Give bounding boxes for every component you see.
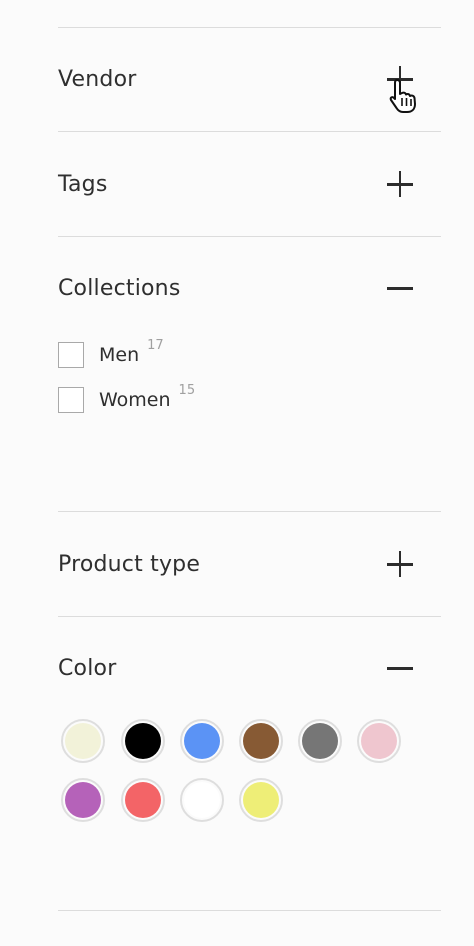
filter-collections-title: Collections (58, 275, 181, 301)
collection-option-women[interactable]: Women 15 (58, 382, 196, 415)
divider (58, 910, 441, 911)
divider (58, 236, 441, 237)
divider (58, 616, 441, 617)
minus-icon[interactable] (387, 275, 413, 301)
divider (58, 27, 441, 28)
color-swatch[interactable] (61, 719, 105, 763)
minus-icon[interactable] (387, 655, 413, 681)
color-swatch[interactable] (61, 778, 105, 822)
hand-pointer-icon (389, 79, 416, 113)
color-swatch[interactable] (121, 719, 165, 763)
color-swatch[interactable] (239, 778, 283, 822)
color-swatch[interactable] (180, 719, 224, 763)
filter-tags-toggle[interactable]: Tags (58, 164, 428, 204)
divider (58, 131, 441, 132)
filter-color-title: Color (58, 655, 117, 681)
checkbox[interactable] (58, 387, 84, 413)
plus-icon[interactable] (387, 551, 413, 577)
filter-vendor-toggle[interactable]: Vendor (58, 59, 428, 99)
filter-vendor-title: Vendor (58, 66, 137, 92)
color-swatch[interactable] (121, 778, 165, 822)
divider (58, 511, 441, 512)
checkbox[interactable] (58, 342, 84, 368)
collection-option-men[interactable]: Men 17 (58, 337, 164, 370)
filter-tags-title: Tags (58, 171, 108, 197)
filter-product-type-toggle[interactable]: Product type (58, 544, 428, 584)
collection-option-count: 15 (178, 382, 196, 398)
filter-color-toggle[interactable]: Color (58, 648, 428, 688)
collection-option-label: Men (99, 344, 140, 366)
collection-option-count: 17 (147, 337, 164, 353)
color-swatch[interactable] (357, 719, 401, 763)
color-swatch[interactable] (298, 719, 342, 763)
collection-option-label: Women (99, 389, 171, 411)
filter-product-type-title: Product type (58, 551, 201, 577)
color-swatch[interactable] (239, 719, 283, 763)
plus-icon[interactable] (387, 171, 413, 197)
color-swatch[interactable] (180, 778, 224, 822)
filter-collections-toggle[interactable]: Collections (58, 268, 428, 308)
